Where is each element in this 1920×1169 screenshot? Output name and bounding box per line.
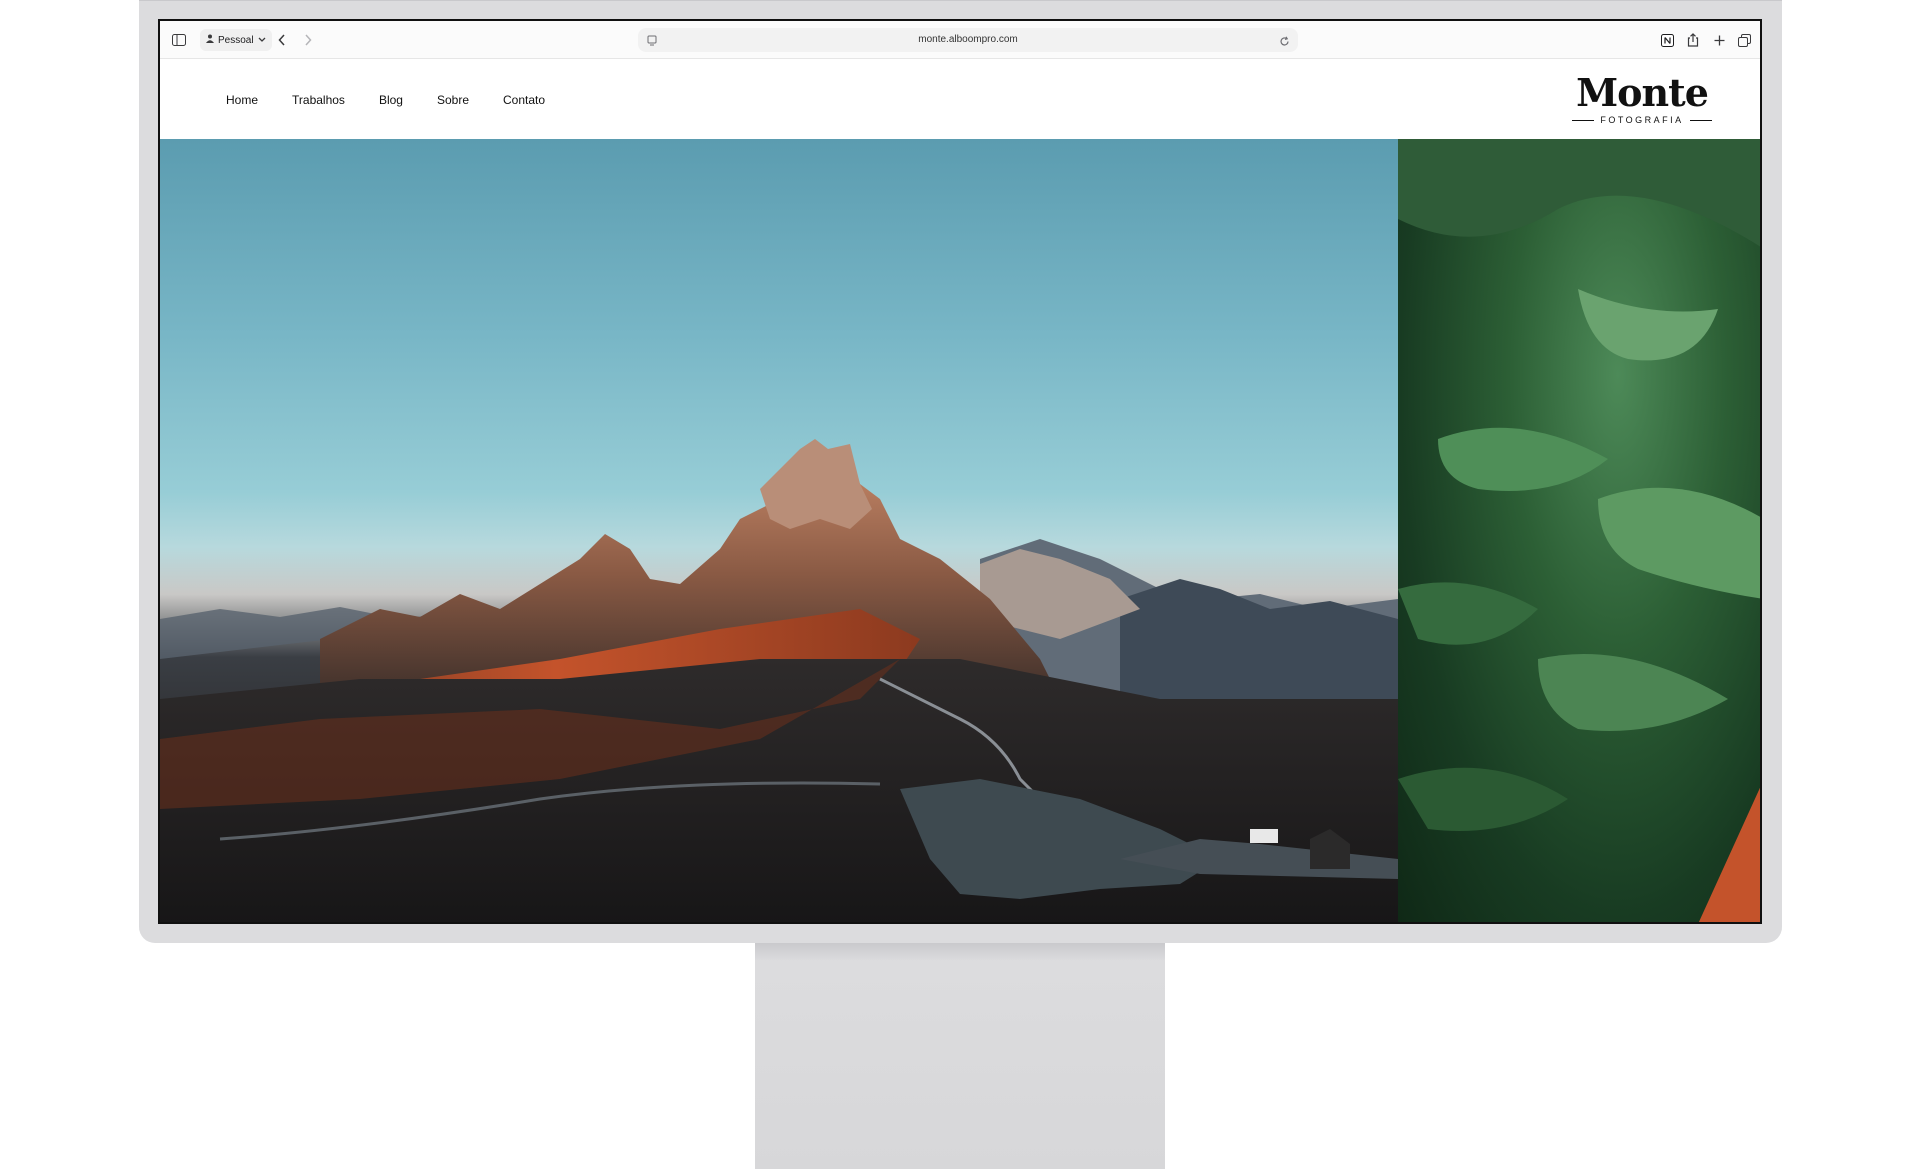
monitor-stand — [755, 943, 1165, 1169]
sidebar-icon[interactable] — [170, 31, 188, 49]
logo-rule-right — [1689, 119, 1712, 121]
person-icon — [206, 34, 214, 46]
main-nav: Home Trabalhos Blog Sobre Contato — [226, 93, 545, 107]
nav-item-blog[interactable]: Blog — [379, 93, 403, 107]
profile-selector[interactable]: Pessoal — [200, 29, 272, 51]
share-icon[interactable] — [1684, 31, 1702, 49]
nav-item-sobre[interactable]: Sobre — [437, 93, 469, 107]
reload-icon[interactable] — [1276, 32, 1292, 50]
fern-forest-image — [1398, 139, 1760, 922]
tab-overview-icon[interactable] — [1735, 31, 1753, 49]
plus-icon[interactable] — [1710, 31, 1728, 49]
browser-toolbar: Pessoal monte.alboompro.com — [160, 21, 1760, 59]
browser-window: Pessoal monte.alboompro.com Home Trabalh… — [158, 19, 1762, 924]
chevron-right-icon[interactable] — [300, 31, 316, 49]
hero-gallery — [160, 139, 1760, 922]
logo-rule-left — [1572, 119, 1595, 121]
profile-label: Pessoal — [218, 34, 254, 46]
forest-photo[interactable] — [1398, 139, 1760, 922]
mountain-photo[interactable] — [160, 139, 1398, 922]
site-logo[interactable]: Monte FOTOGRAFIA — [1572, 73, 1712, 125]
logo-subtitle-row: FOTOGRAFIA — [1572, 115, 1712, 125]
nav-item-contato[interactable]: Contato — [503, 93, 545, 107]
logo-subtitle: FOTOGRAFIA — [1600, 115, 1684, 125]
mountain-landscape-image — [160, 439, 1398, 922]
chevron-down-icon — [258, 35, 266, 46]
url-text: monte.alboompro.com — [918, 34, 1018, 45]
notion-extension-icon[interactable] — [1658, 31, 1676, 49]
address-bar[interactable]: monte.alboompro.com — [638, 28, 1298, 52]
chevron-left-icon[interactable] — [274, 31, 290, 49]
nav-item-trabalhos[interactable]: Trabalhos — [292, 93, 345, 107]
nav-item-home[interactable]: Home — [226, 93, 258, 107]
site-header: Home Trabalhos Blog Sobre Contato Monte … — [160, 59, 1760, 139]
logo-name: Monte — [1576, 70, 1709, 115]
